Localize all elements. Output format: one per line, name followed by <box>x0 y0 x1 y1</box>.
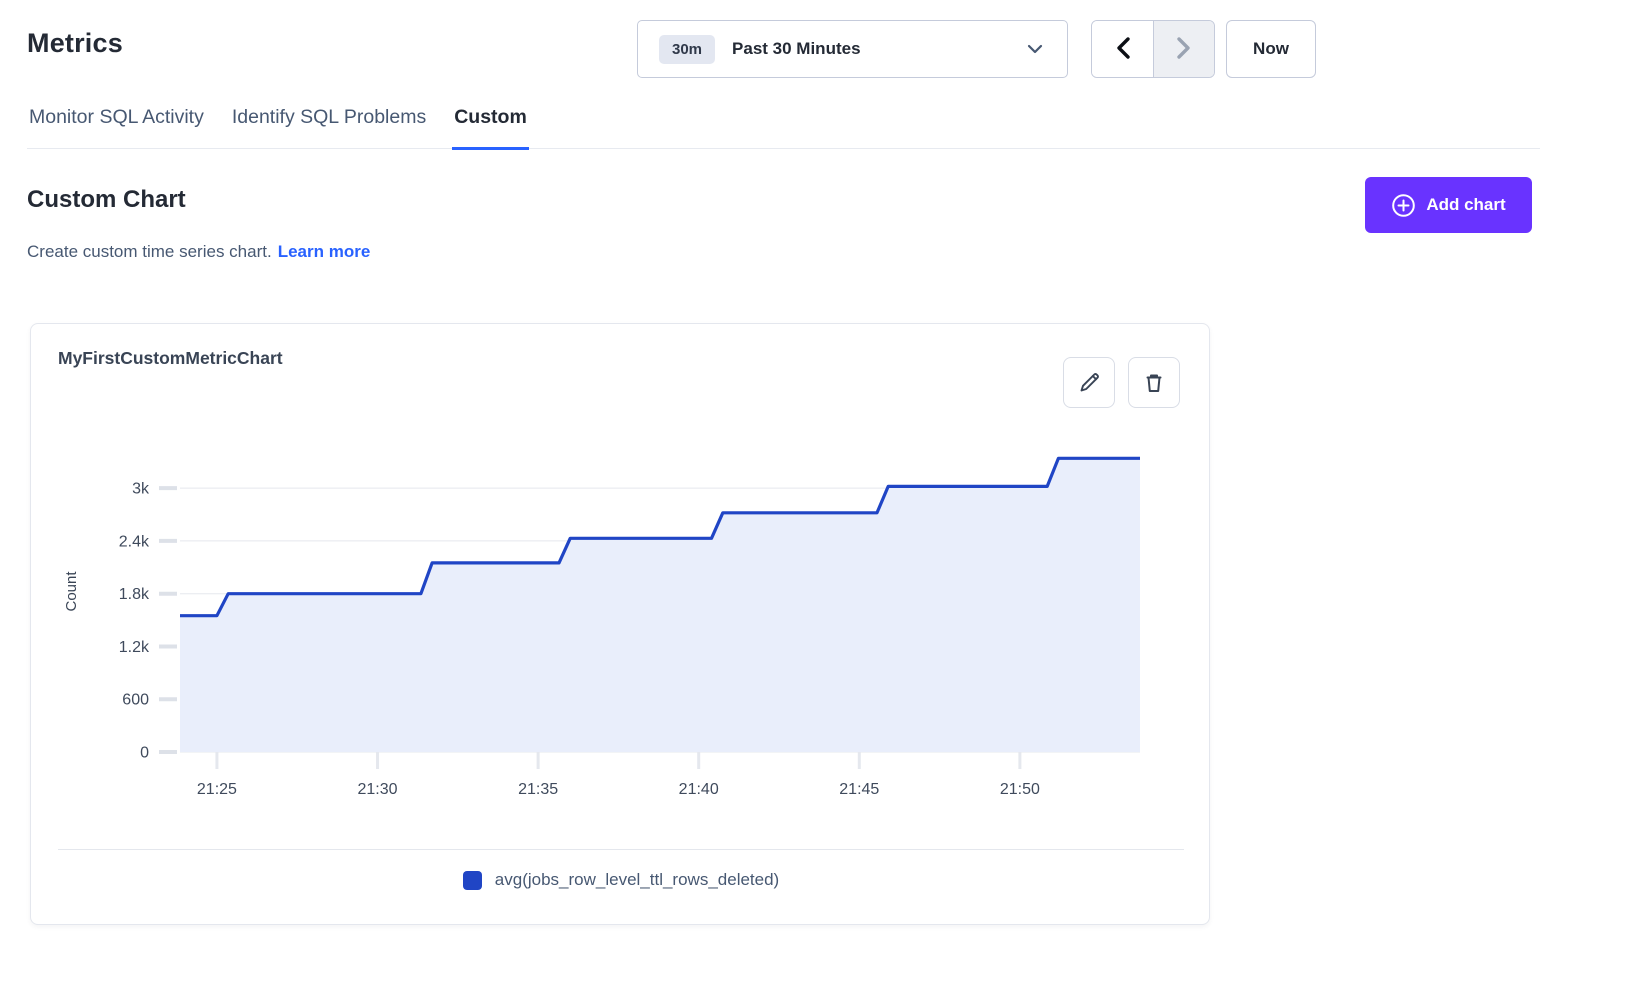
tab-monitor-sql-activity[interactable]: Monitor SQL Activity <box>27 100 206 150</box>
prev-time-button[interactable] <box>1092 21 1153 77</box>
tab-identify-sql-problems[interactable]: Identify SQL Problems <box>230 100 428 150</box>
svg-text:21:50: 21:50 <box>1000 781 1040 798</box>
metrics-tabs: Monitor SQL Activity Identify SQL Proble… <box>27 100 1540 149</box>
section-title: Custom Chart <box>27 186 186 214</box>
edit-chart-button[interactable] <box>1063 357 1115 408</box>
svg-text:600: 600 <box>122 692 149 709</box>
tab-custom[interactable]: Custom <box>452 100 529 150</box>
chevron-down-icon <box>1027 44 1043 54</box>
time-pager <box>1091 20 1215 78</box>
svg-text:2.4k: 2.4k <box>119 533 150 550</box>
svg-text:21:30: 21:30 <box>358 781 398 798</box>
plus-circle-icon <box>1391 193 1416 218</box>
svg-text:Count: Count <box>63 571 80 612</box>
chart-card: MyFirstCustomMetricChart 21:25 21:30 21:35… <box>30 323 1210 925</box>
next-time-button[interactable] <box>1153 21 1214 77</box>
add-chart-label: Add chart <box>1426 195 1505 215</box>
learn-more-link[interactable]: Learn more <box>278 242 371 261</box>
legend-label: avg(jobs_row_level_ttl_rows_deleted) <box>495 870 779 890</box>
section-subtitle: Create custom time series chart. Learn mo… <box>27 242 370 262</box>
time-range-label: Past 30 Minutes <box>732 39 861 59</box>
now-button[interactable]: Now <box>1226 20 1316 78</box>
svg-text:21:45: 21:45 <box>839 781 879 798</box>
svg-text:21:40: 21:40 <box>679 781 719 798</box>
chart-legend: avg(jobs_row_level_ttl_rows_deleted) <box>31 870 1211 890</box>
delete-chart-button[interactable] <box>1128 357 1180 408</box>
svg-text:3k: 3k <box>132 481 150 498</box>
custom-metric-chart: 21:25 21:30 21:35 21:40 21:45 21:50 0 600 1.2k 1.… <box>31 404 1211 804</box>
time-range-select[interactable]: 30m Past 30 Minutes <box>637 20 1068 78</box>
legend-swatch <box>463 871 482 890</box>
chevron-right-icon <box>1176 36 1192 63</box>
add-chart-button[interactable]: Add chart <box>1365 177 1532 233</box>
svg-text:21:25: 21:25 <box>197 781 237 798</box>
trash-icon <box>1142 371 1166 395</box>
card-divider <box>58 849 1184 850</box>
svg-text:1.8k: 1.8k <box>119 586 150 603</box>
svg-text:1.2k: 1.2k <box>119 639 150 656</box>
page-title: Metrics <box>27 28 123 59</box>
subtitle-text: Create custom time series chart. <box>27 242 272 261</box>
chart-title: MyFirstCustomMetricChart <box>58 348 283 369</box>
pencil-icon <box>1077 371 1101 395</box>
svg-text:0: 0 <box>140 745 149 762</box>
time-range-badge: 30m <box>659 35 715 64</box>
svg-text:21:35: 21:35 <box>518 781 558 798</box>
chevron-left-icon <box>1115 36 1131 63</box>
